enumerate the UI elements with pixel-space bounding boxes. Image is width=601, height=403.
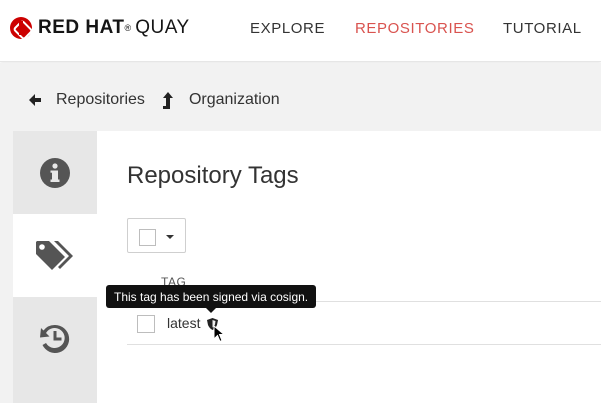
nav-repositories-link[interactable]: REPOSITORIES bbox=[355, 20, 474, 37]
tab-tags[interactable] bbox=[13, 214, 97, 297]
nav-tutorial-link[interactable]: TUTORIAL bbox=[503, 20, 582, 37]
breadcrumb: Repositories Organization bbox=[28, 90, 296, 110]
info-circle-icon bbox=[40, 157, 70, 188]
page-title: Repository Tags bbox=[127, 162, 299, 189]
breadcrumb-repositories-link[interactable]: Repositories bbox=[56, 91, 145, 109]
tab-history[interactable] bbox=[13, 297, 97, 380]
tab-information[interactable] bbox=[13, 131, 97, 214]
tag-name-link[interactable]: latest bbox=[167, 315, 200, 331]
level-up-icon[interactable] bbox=[161, 92, 175, 109]
arrow-left-icon[interactable] bbox=[28, 92, 42, 108]
caret-down-icon bbox=[166, 235, 174, 239]
tooltip-text: This tag has been signed via cosign. bbox=[114, 290, 309, 304]
history-icon bbox=[40, 324, 70, 353]
tags-icon bbox=[36, 240, 73, 270]
table-row-divider bbox=[127, 344, 601, 345]
mouse-pointer-icon bbox=[213, 325, 226, 343]
repo-sidebar bbox=[13, 131, 97, 403]
tooltip-arrow bbox=[206, 308, 216, 313]
brand-logo[interactable]: RED HAT ® QUAY bbox=[10, 16, 190, 40]
breadcrumb-organization-link[interactable]: Organization bbox=[189, 91, 280, 109]
registered-mark: ® bbox=[124, 23, 132, 33]
signed-tooltip: This tag has been signed via cosign. bbox=[106, 285, 316, 313]
top-navbar: RED HAT ® QUAY EXPLORE REPOSITORIES TUTO… bbox=[0, 0, 601, 62]
brand-wordmark-light: QUAY bbox=[135, 17, 190, 38]
red-hat-logo-icon bbox=[10, 17, 32, 39]
select-all-checkbox[interactable] bbox=[139, 229, 156, 246]
bulk-select-dropdown[interactable] bbox=[127, 218, 186, 253]
nav-explore-link[interactable]: EXPLORE bbox=[250, 20, 325, 37]
tags-panel: Repository Tags TAG latest bbox=[97, 131, 601, 403]
brand-wordmark-bold: RED HAT bbox=[38, 17, 125, 38]
row-checkbox[interactable] bbox=[137, 315, 155, 333]
